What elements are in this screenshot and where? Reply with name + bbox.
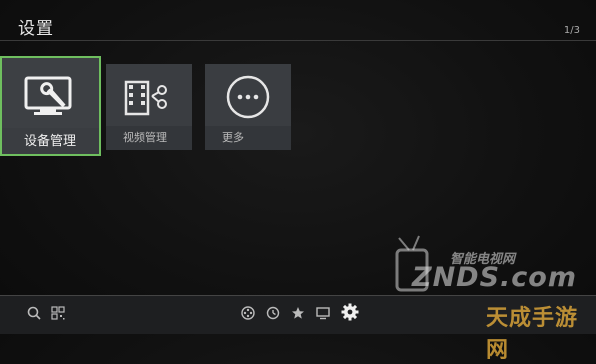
tile-label: 更多 xyxy=(205,126,291,150)
header-divider xyxy=(0,40,596,41)
page-title: 设置 xyxy=(18,19,54,39)
film-scissors-icon xyxy=(106,64,192,126)
tile-video-management[interactable]: 视频管理 xyxy=(106,64,192,150)
page-indicator: 1/3 xyxy=(563,25,580,36)
qr-code-icon[interactable] xyxy=(50,305,66,321)
tv-icon[interactable] xyxy=(315,305,331,321)
monitor-wrench-icon xyxy=(0,56,101,128)
header: 设置 1/3 xyxy=(0,0,596,40)
tile-label: 设备管理 xyxy=(0,128,101,156)
tile-device-management[interactable]: 设备管理 xyxy=(0,56,101,156)
more-dots-icon xyxy=(205,64,291,126)
search-icon[interactable] xyxy=(26,305,42,321)
watermark-logo-text: ZNDS.com xyxy=(412,262,577,293)
film-reel-icon[interactable] xyxy=(240,305,256,321)
gear-icon[interactable] xyxy=(340,302,360,322)
tile-more[interactable]: 更多 xyxy=(205,64,291,150)
watermark-corner-text: 天成手游网 xyxy=(486,306,579,363)
tile-label: 视频管理 xyxy=(106,126,192,150)
history-icon[interactable] xyxy=(265,305,281,321)
star-icon[interactable] xyxy=(290,305,306,321)
